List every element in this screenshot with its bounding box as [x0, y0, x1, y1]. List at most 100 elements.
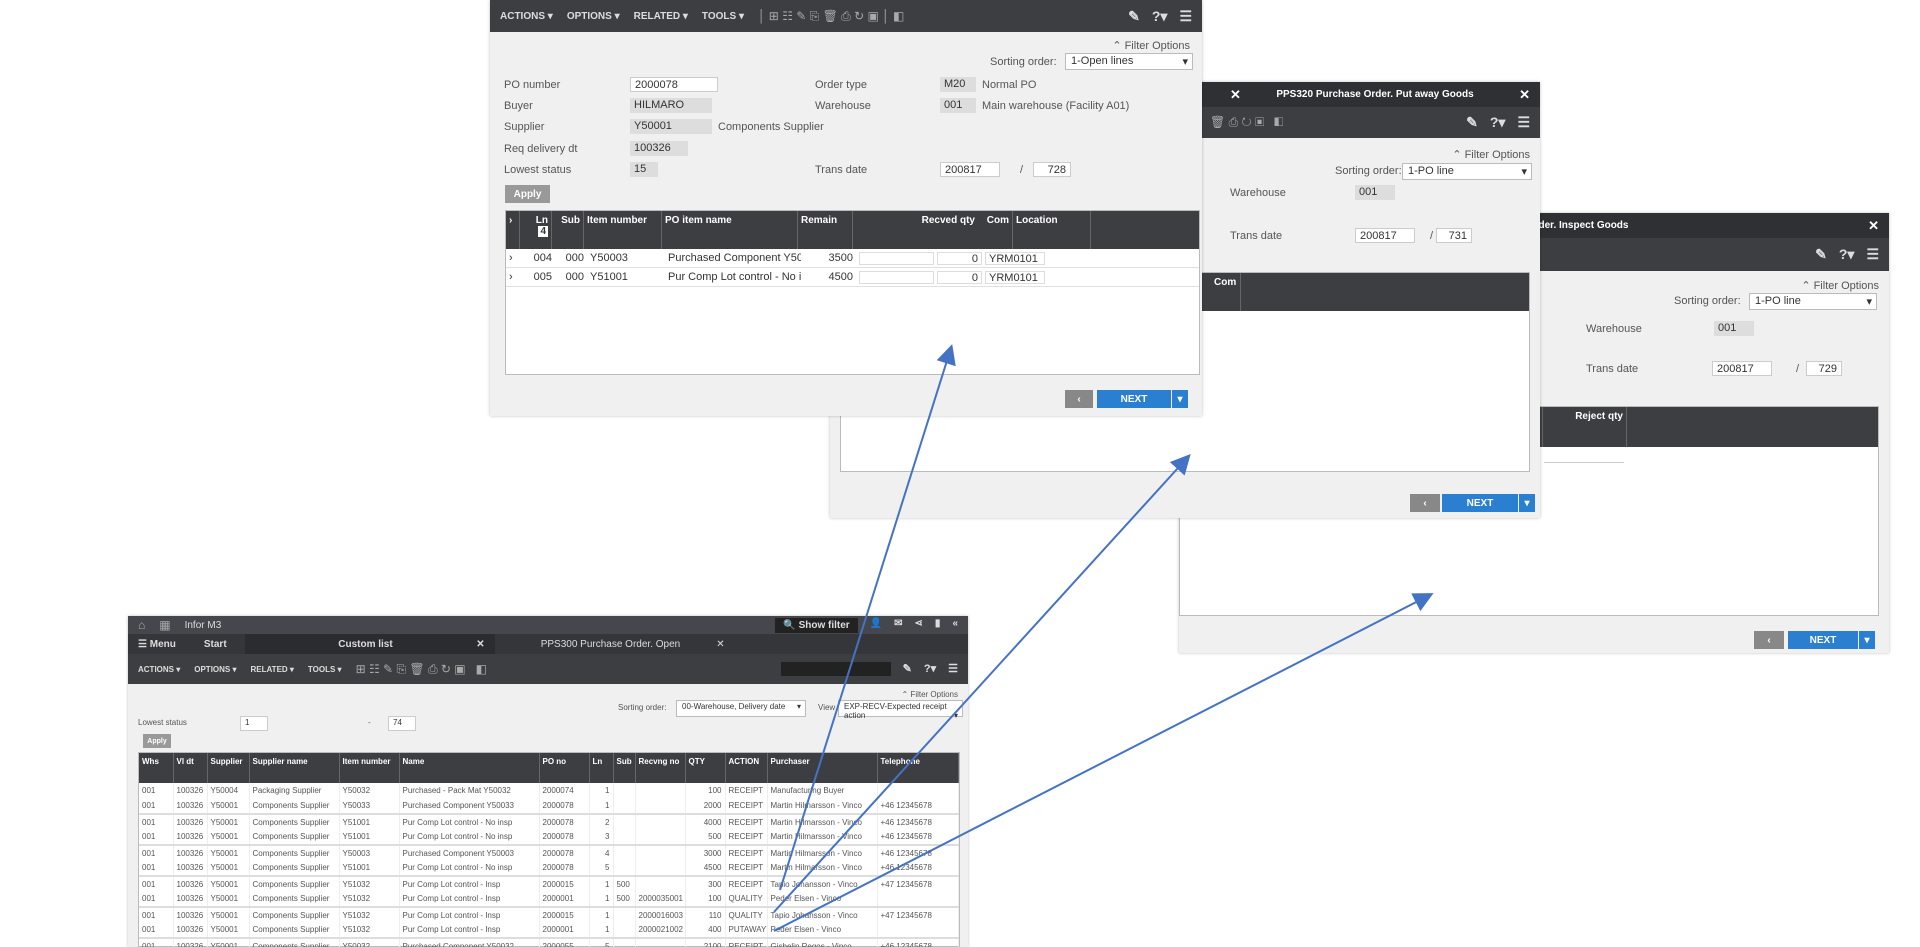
toolbar-search-input[interactable] — [780, 662, 891, 676]
options-menu[interactable]: OPTIONS ▾ — [194, 665, 236, 674]
bookmark-icon[interactable]: ▮ — [935, 618, 941, 633]
mail-icon[interactable]: ✉ — [894, 618, 902, 633]
col-header[interactable]: Vl dt — [173, 753, 208, 783]
toolbar-icons[interactable]: ⊞ ☷ ✎ ⎘ 🗑 ⎙ ↻ ▣ ◧ — [356, 662, 487, 677]
table-row[interactable]: 001 100326 Y50001 Components Supplier Y51032… — [139, 922, 959, 938]
sorting-order-select[interactable]: 1-PO line — [1402, 163, 1532, 180]
actions-menu[interactable]: ACTIONS ▾ — [138, 665, 180, 674]
po-number-input[interactable]: 2000078 — [630, 77, 718, 92]
filter-options-toggle[interactable]: ⌃ Filter Options — [902, 690, 959, 699]
trans-date-input[interactable]: 200817 — [1355, 228, 1415, 243]
collapse-icon[interactable]: « — [952, 618, 958, 633]
filter-options-toggle[interactable]: ⌃ Filter Options — [1112, 39, 1190, 52]
trans-date-input[interactable]: 200817 — [940, 162, 1000, 177]
col-header[interactable]: Whs — [139, 753, 174, 783]
close-icon[interactable]: ✕ — [1230, 87, 1241, 103]
col-header[interactable]: Telephone — [877, 753, 959, 783]
table-row[interactable]: 001 100326 Y50001 Components Supplier Y51032… — [139, 891, 959, 907]
next-button[interactable]: NEXT — [1788, 631, 1858, 649]
col-header[interactable]: Item number — [339, 753, 400, 783]
tab-start[interactable]: Start — [186, 639, 245, 650]
table-row[interactable]: 001 100326 Y50001 Components Supplier Y51001… — [139, 813, 959, 830]
next-button[interactable]: NEXT — [1097, 390, 1171, 408]
back-button[interactable]: ‹ — [1754, 631, 1784, 649]
help-icon[interactable]: ?▾ — [1152, 8, 1168, 25]
edit-icon[interactable]: ✎ — [903, 662, 912, 676]
table-cell[interactable]: RECEIPT — [725, 875, 768, 892]
table-cell[interactable]: RECEIPT — [725, 860, 768, 876]
table-cell[interactable]: PUTAWAY — [725, 922, 768, 938]
toolbar-icons[interactable]: │ ⊞ ☷ ✎ ⎘ 🗑 ⎙ ↻ ▣ │ ◧ — [758, 9, 904, 24]
filter-options-toggle[interactable]: ⌃ Filter Options — [1801, 279, 1879, 292]
related-menu[interactable]: RELATED ▾ — [634, 11, 688, 22]
status-from-input[interactable]: 1 — [240, 716, 268, 731]
table-row[interactable]: 001 100326 Y50001 Components Supplier Y51001… — [139, 860, 959, 876]
next-button[interactable]: NEXT — [1442, 494, 1518, 512]
reject-qty-input[interactable] — [1544, 449, 1624, 463]
chevron-right-icon[interactable]: › — [506, 252, 523, 264]
col-header[interactable]: Supplier — [207, 753, 250, 783]
col-header[interactable]: Purchaser — [767, 753, 878, 783]
table-row[interactable]: › 004 000 Y50003 Purchased Component Y50003 3… — [506, 249, 1199, 268]
col-header[interactable]: QTY — [685, 753, 726, 783]
hamburger-icon[interactable]: ☰ — [1866, 246, 1879, 263]
show-filter-search[interactable]: 🔍 Show filter — [775, 617, 858, 633]
table-row[interactable]: 001 100326 Y50004 Packaging Supplier Y50032 P… — [139, 783, 959, 799]
col-header[interactable]: ACTION — [725, 753, 768, 783]
trans-date-input[interactable]: 200817 — [1712, 361, 1772, 376]
recved-qty-input[interactable] — [859, 251, 934, 265]
next-dropdown[interactable]: ▾ — [1172, 390, 1188, 408]
trans-time-input[interactable]: 729 — [1806, 361, 1842, 376]
next-dropdown[interactable]: ▾ — [1519, 494, 1535, 512]
filter-options-toggle[interactable]: ⌃ Filter Options — [1452, 148, 1530, 161]
table-cell[interactable]: RECEIPT — [725, 937, 768, 947]
apply-button[interactable]: Apply — [143, 734, 171, 748]
next-dropdown[interactable]: ▾ — [1859, 631, 1875, 649]
close-icon[interactable]: ✕ — [1519, 87, 1530, 103]
apply-button[interactable]: Apply — [505, 185, 550, 203]
hamburger-icon[interactable]: ☰ — [948, 662, 958, 676]
col-header[interactable]: Recvng no — [635, 753, 686, 783]
trans-time-input[interactable]: 731 — [1436, 228, 1472, 243]
sorting-order-select[interactable]: 00-Warehouse, Delivery date — [676, 700, 806, 717]
chevron-right-icon[interactable]: › — [506, 271, 523, 283]
table-row[interactable]: 001 100326 Y50001 Components Supplier Y51032… — [139, 875, 959, 892]
hamburger-icon[interactable]: ☰ — [1517, 114, 1530, 131]
col-header[interactable]: Supplier name — [249, 753, 340, 783]
table-row[interactable]: 001 100326 Y50001 Components Supplier Y51032… — [139, 906, 959, 923]
status-to-input[interactable]: 74 — [388, 716, 416, 731]
tab-pps300[interactable]: PPS300 Purchase Order. Open ✕ — [495, 639, 735, 650]
table-cell[interactable]: QUALITY — [725, 906, 768, 923]
related-menu[interactable]: RELATED ▾ — [251, 665, 294, 674]
help-icon[interactable]: ?▾ — [1839, 246, 1855, 263]
edit-icon[interactable]: ✎ — [1815, 246, 1827, 263]
options-menu[interactable]: OPTIONS ▾ — [567, 11, 620, 22]
tools-menu[interactable]: TOOLS ▾ — [702, 11, 744, 22]
sorting-order-select[interactable]: 1-PO line — [1749, 293, 1877, 310]
help-icon[interactable]: ?▾ — [1490, 114, 1506, 131]
table-row[interactable]: 001 100326 Y50001 Components Supplier Y50003… — [139, 844, 959, 861]
col-header[interactable]: Name — [399, 753, 540, 783]
view-select[interactable]: EXP-RECV-Expected receipt action — [838, 700, 963, 720]
trans-time-input[interactable]: 728 — [1033, 162, 1071, 177]
sorting-order-select[interactable]: 1-Open lines — [1065, 53, 1193, 70]
table-cell[interactable]: RECEIPT — [725, 798, 768, 814]
table-cell[interactable]: RECEIPT — [725, 844, 768, 861]
table-cell[interactable]: RECEIPT — [725, 829, 768, 845]
table-row[interactable]: 001 100326 Y50001 Components Supplier Y50033… — [139, 798, 959, 814]
toolbar-icons[interactable]: 🗑 ⎙ ↻ ▣ ◧ — [1210, 115, 1283, 130]
back-button[interactable]: ‹ — [1410, 494, 1440, 512]
close-icon[interactable]: ✕ — [1868, 218, 1879, 234]
table-row[interactable]: 001 100326 Y50001 Components Supplier Y51001… — [139, 829, 959, 845]
home-icon[interactable]: ⌂ — [138, 618, 145, 632]
table-row[interactable]: 001 100326 Y50001 Components Supplier Y50032… — [139, 937, 959, 947]
tab-custom-list[interactable]: Custom list ✕ — [244, 634, 495, 654]
col-header[interactable]: Sub — [613, 753, 636, 783]
location-input[interactable]: YRM0101 — [985, 251, 1045, 265]
back-button[interactable]: ‹ — [1065, 390, 1093, 408]
share-icon[interactable]: ⋖ — [915, 618, 923, 633]
tools-menu[interactable]: TOOLS ▾ — [308, 665, 342, 674]
actions-menu[interactable]: ACTIONS ▾ — [500, 11, 553, 22]
com-input[interactable]: 0 — [937, 270, 982, 284]
col-header[interactable]: PO no — [539, 753, 590, 783]
